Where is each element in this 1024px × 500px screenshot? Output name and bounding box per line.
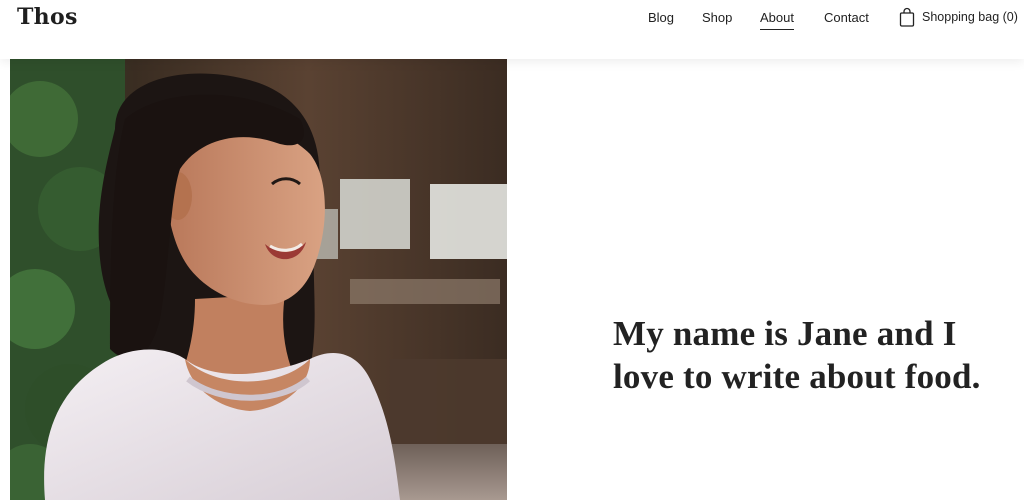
nav-link-blog[interactable]: Blog <box>648 10 674 29</box>
shopping-bag-link[interactable]: Shopping bag (0) <box>899 6 1018 28</box>
author-photo <box>10 59 507 500</box>
nav-link-shop[interactable]: Shop <box>702 10 732 29</box>
site-logo[interactable]: Thos <box>17 4 78 30</box>
shopping-bag-icon <box>899 7 915 27</box>
shopping-bag-label: Shopping bag (0) <box>922 10 1018 24</box>
site-header: Thos Blog Shop About Contact Shopping ba… <box>0 0 1024 59</box>
nav-link-contact[interactable]: Contact <box>824 10 869 29</box>
nav-link-about[interactable]: About <box>760 10 794 30</box>
intro-heading: My name is Jane and I love to write abou… <box>613 314 981 396</box>
